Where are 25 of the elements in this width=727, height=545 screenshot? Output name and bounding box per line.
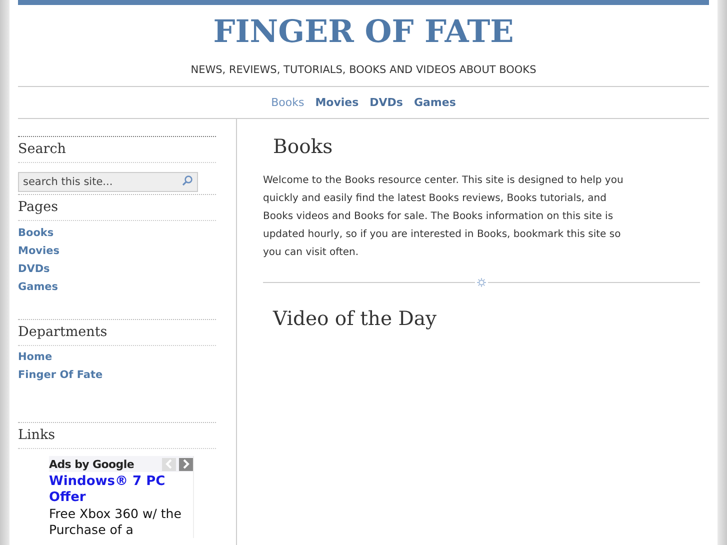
nav-link[interactable]: Games (414, 96, 456, 109)
next-button[interactable] (179, 458, 193, 470)
sidebar-link[interactable]: Home (18, 351, 52, 364)
sidebar-heading: Departments (18, 319, 216, 346)
search-icon[interactable] (182, 175, 193, 186)
sidebar-link[interactable]: Finger Of Fate (18, 369, 103, 382)
intro-paragraph: Welcome to the Books resource center. This site is designed to help you quickly and easily find the latest Books reviews, Books tutorials, and Books videos and Books for sale. The Books information on this site is updated hourly, so if you are interested in Books, bookmark this site so you can visit often. (263, 174, 624, 260)
sidebar-link[interactable]: Movies (18, 245, 60, 258)
search-field[interactable]: search this site... (18, 172, 198, 192)
sidebar-link[interactable]: DVDs (18, 263, 50, 276)
nav-link[interactable]: Books (271, 96, 304, 109)
ornament-icon (477, 278, 486, 287)
ad-title-link[interactable]: Windows® 7 PC Offer (49, 474, 193, 506)
sidebar-heading: Pages (18, 194, 216, 221)
nav-link[interactable]: DVDs (370, 96, 403, 109)
site-tagline: NEWS, REVIEWS, TUTORIALS, BOOKS AND VIDEOS ABOUT BOOKS (18, 64, 709, 87)
site-title[interactable]: FINGER OF FATE (18, 13, 709, 51)
ad-text: Free Xbox 360 w/ the Purchase of a (49, 506, 182, 538)
sidebar-heading: Links (18, 422, 216, 449)
sidebar-heading: Search (18, 136, 216, 163)
sidebar-link[interactable]: Books (18, 227, 54, 240)
page-heading: Books (273, 135, 334, 158)
nav-link[interactable]: Movies (315, 96, 359, 109)
sidebar-link[interactable]: Games (18, 281, 58, 294)
section-heading: Video of the Day (273, 307, 438, 330)
